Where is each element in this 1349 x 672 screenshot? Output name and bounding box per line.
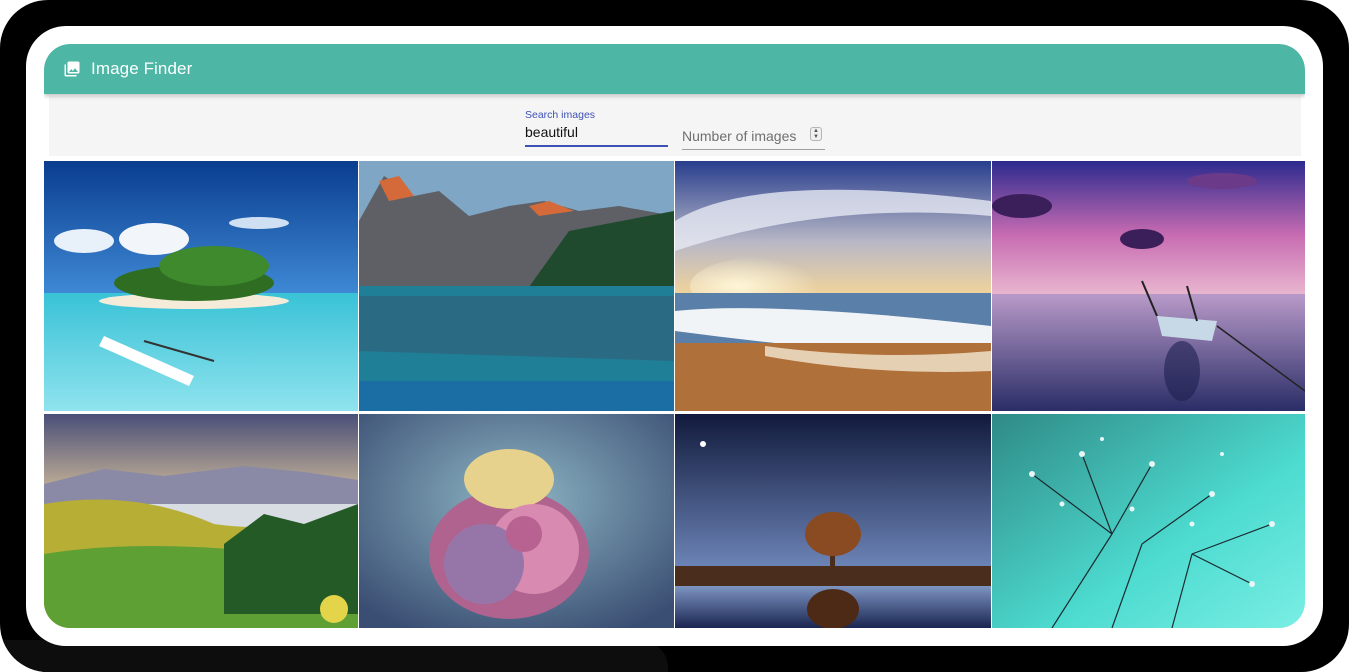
image-grid [44,161,1305,628]
image-tile-dandelion-drops[interactable] [992,414,1305,628]
image-tile-boat-at-dusk[interactable] [992,161,1305,411]
image-tile-rose[interactable] [359,414,674,628]
image-tile-tropical-island[interactable] [44,161,358,411]
search-toolbar: Search images Number of images ▲▼ [49,96,1301,156]
image-tile-mountain-lake[interactable] [359,161,674,411]
image-count-placeholder: Number of images [682,128,797,144]
image-gallery-icon [64,61,80,77]
search-field: Search images [525,109,668,147]
app-title: Image Finder [91,59,193,78]
image-tile-sunset-beach[interactable] [675,161,991,411]
app-bar: Image Finder [44,44,1305,94]
image-count-field[interactable]: Number of images ▲ ▼ [682,126,825,150]
image-finder-app: Image Finder Search images Number of ima… [44,44,1305,628]
search-input[interactable] [525,123,668,147]
device-frame: Image Finder Search images Number of ima… [0,0,1349,672]
device-screen: Image Finder Search images Number of ima… [26,26,1323,646]
search-label: Search images [525,109,596,121]
image-tile-tree-reflection-night[interactable] [675,414,991,628]
spinner-arrows-icon[interactable]: ▲ ▼ [810,127,822,141]
image-tile-misty-hills[interactable] [44,414,358,628]
